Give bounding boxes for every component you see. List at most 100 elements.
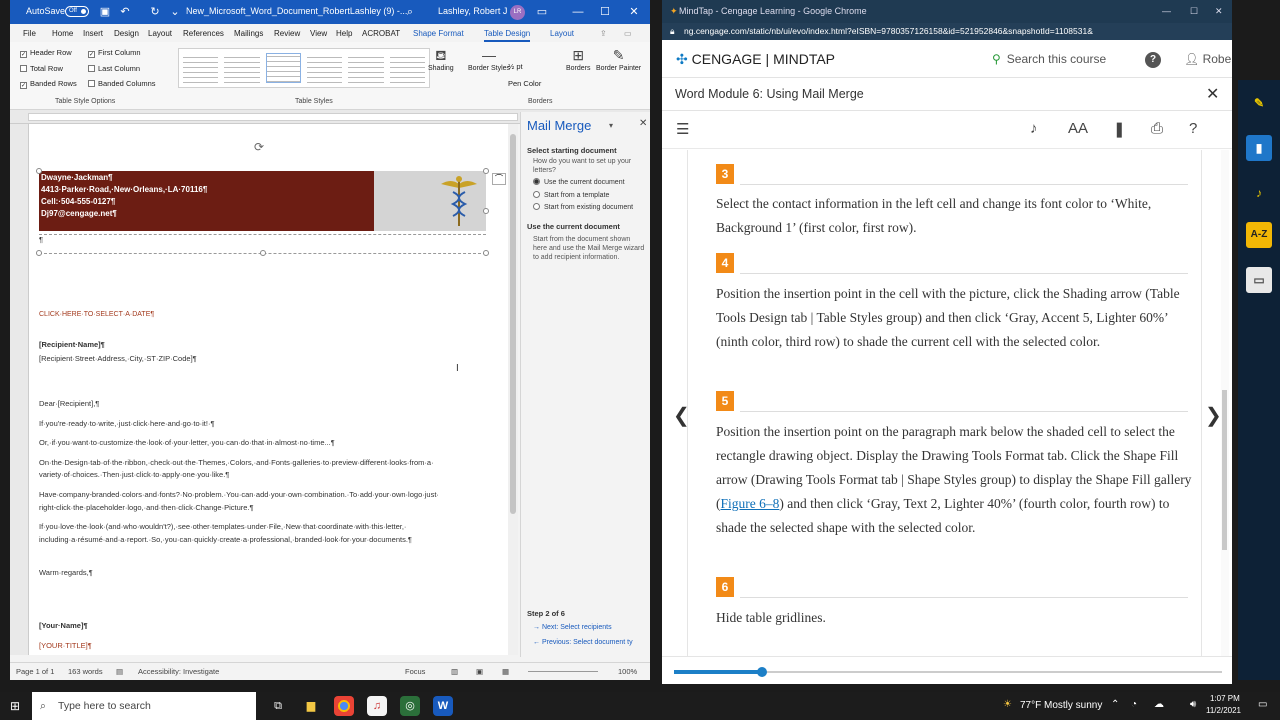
last-column-checkbox[interactable]: Last Column xyxy=(88,64,140,73)
recipient-address[interactable]: [Recipient·Street·Address,·City,·ST·ZIP·… xyxy=(39,354,197,363)
clock-date[interactable]: 11/2/2021 xyxy=(1206,706,1241,715)
document-scrollbar[interactable] xyxy=(508,124,518,655)
bookmark-icon[interactable]: ❚ xyxy=(1113,120,1126,138)
content-scrollbar[interactable] xyxy=(1221,150,1229,656)
notebook-icon[interactable]: ▮ xyxy=(1246,135,1272,161)
read-speaker-icon[interactable]: ♪ xyxy=(1246,180,1272,206)
previous-page-arrow-icon[interactable]: ❮ xyxy=(673,403,690,428)
paragraph-mark[interactable]: ¶ xyxy=(39,235,43,244)
radio-existing[interactable]: Start from existing document xyxy=(533,203,633,211)
banded-rows-checkbox[interactable]: ✓ Banded Rows xyxy=(20,79,77,89)
zoom-slider[interactable] xyxy=(528,671,598,672)
tab-insert[interactable]: Insert xyxy=(83,29,103,38)
redo-icon[interactable]: ↻ xyxy=(148,5,162,19)
wifi-icon[interactable]: ◔ xyxy=(1131,699,1137,710)
maximize-icon[interactable]: ☐ xyxy=(598,5,612,19)
weather-text[interactable]: 77°F Mostly sunny xyxy=(1020,700,1102,711)
close-icon[interactable]: ✕ xyxy=(1206,84,1219,104)
selection-handle[interactable] xyxy=(36,168,42,174)
body-paragraph[interactable]: Have·company-branded·colors·and·fonts?·N… xyxy=(39,490,439,499)
read-aloud-icon[interactable]: ♪ xyxy=(1030,120,1038,137)
tab-design[interactable]: Design xyxy=(114,29,139,38)
figure-link[interactable]: Figure 6–8 xyxy=(721,496,780,511)
radio-use-current[interactable]: Use the current document xyxy=(533,178,625,186)
url-text[interactable]: ng.cengage.com/static/nb/ui/evo/index.ht… xyxy=(684,26,1093,36)
header-row-checkbox[interactable]: ✓ Header Row xyxy=(20,48,72,58)
border-painter-button[interactable]: ✎ Border Painter xyxy=(596,46,641,73)
tab-review[interactable]: Review xyxy=(274,29,300,38)
body-paragraph[interactable]: On·the·Design·tab·of·the·ribbon,·check·o… xyxy=(39,458,434,467)
table-of-contents-icon[interactable]: ☰ xyxy=(676,120,689,138)
focus-button[interactable]: Focus xyxy=(405,667,425,676)
snagit-icon[interactable]: ◎ xyxy=(400,696,420,716)
progress-handle[interactable] xyxy=(756,667,767,677)
file-explorer-icon[interactable]: ▆ xyxy=(301,696,321,716)
first-column-checkbox[interactable]: ✓ First Column xyxy=(88,48,141,58)
web-layout-icon[interactable]: ▦ xyxy=(502,667,509,676)
windows-logo-icon[interactable]: ⊞ xyxy=(10,699,20,713)
salutation[interactable]: Dear·[Recipient],¶ xyxy=(39,399,99,408)
scrollbar-thumb[interactable] xyxy=(1222,390,1227,550)
tab-table-layout[interactable]: Layout xyxy=(550,29,574,38)
tab-help[interactable]: Help xyxy=(336,29,352,38)
tab-home[interactable]: Home xyxy=(52,29,73,38)
table-style-swatch[interactable] xyxy=(348,53,384,83)
scrollbar-thumb[interactable] xyxy=(510,134,516,514)
save-icon[interactable]: ▣ xyxy=(98,5,112,19)
layout-options-icon[interactable]: ⌒ xyxy=(492,173,506,185)
document-page[interactable]: ⟳ Dwayne·Jackman¶ 4413·Parker·Road,·New·… xyxy=(28,124,518,655)
sender-name[interactable]: [Your·Name]¶ xyxy=(39,621,88,630)
shading-button[interactable]: ⛾ Shading xyxy=(428,46,454,73)
autosave-toggle[interactable]: Off xyxy=(65,6,89,17)
undo-icon[interactable]: ↶ xyxy=(118,5,132,19)
previous-step-link[interactable]: ← Previous: Select document ty xyxy=(533,639,633,646)
reading-progress[interactable] xyxy=(662,656,1232,684)
ribbon-display-icon[interactable]: ▭ xyxy=(535,5,549,19)
cengage-logo[interactable]: ✣ CENGAGE | MINDTAP xyxy=(676,51,835,68)
highlighter-icon[interactable]: ✎ xyxy=(1246,90,1272,116)
weather-icon[interactable]: ☀ xyxy=(1003,699,1012,710)
course-search[interactable]: ⚲ Search this course xyxy=(992,52,1106,66)
tab-acrobat[interactable]: ACROBAT xyxy=(362,29,400,38)
customize-toolbar-icon[interactable]: ⌄ xyxy=(168,5,182,19)
radio-template[interactable]: Start from a template xyxy=(533,191,609,199)
help-icon[interactable]: ? xyxy=(1145,52,1161,68)
closing[interactable]: Warm·regards,¶ xyxy=(39,568,93,577)
itunes-icon[interactable]: ♫ xyxy=(367,696,387,716)
help-icon[interactable]: ? xyxy=(1189,120,1197,137)
border-styles-button[interactable]: — Border Styles xyxy=(468,46,510,73)
font-size-icon[interactable]: AA xyxy=(1068,120,1088,137)
table-style-swatch[interactable] xyxy=(307,53,343,83)
task-view-icon[interactable]: ⧉ xyxy=(268,696,288,716)
selection-handle[interactable] xyxy=(483,250,489,256)
close-icon[interactable]: ✕ xyxy=(627,5,641,19)
minimize-icon[interactable]: — xyxy=(1162,6,1171,16)
page-count[interactable]: Page 1 of 1 xyxy=(16,667,54,676)
flashcards-icon[interactable]: ▭ xyxy=(1246,267,1272,293)
user-menu[interactable]: 👤︎ Robert ⌄ xyxy=(1184,52,1232,66)
clock-time[interactable]: 1:07 PM xyxy=(1210,694,1240,703)
volume-icon[interactable]: 🔊︎ xyxy=(1190,699,1196,710)
body-paragraph[interactable]: If·you·love·the·look·(and·who·wouldn't?)… xyxy=(39,522,406,531)
pen-weight-dropdown[interactable]: ½ pt xyxy=(508,62,523,71)
proofing-icon[interactable]: ▤ xyxy=(116,667,123,676)
onedrive-icon[interactable]: ☁ xyxy=(1154,699,1164,710)
comments-icon[interactable]: ▭ xyxy=(624,29,632,38)
taskbar-search[interactable]: ⌕ Type here to search xyxy=(32,692,256,720)
body-paragraph[interactable]: If·you're·ready·to·write,·just·click·her… xyxy=(39,419,215,428)
search-icon[interactable]: ⌕ xyxy=(403,5,417,19)
maximize-icon[interactable]: ☐ xyxy=(1190,6,1198,17)
word-icon[interactable]: W xyxy=(433,696,453,716)
tray-chevron-icon[interactable]: ⌃ xyxy=(1111,699,1119,710)
date-field[interactable]: CLICK·HERE·TO·SELECT·A·DATE¶ xyxy=(39,311,154,318)
address-bar[interactable]: 🔒︎ ng.cengage.com/static/nb/ui/evo/index… xyxy=(662,23,1232,40)
body-paragraph[interactable]: Or,·if·you·want·to·customize·the·look·of… xyxy=(39,438,335,447)
user-avatar[interactable]: LR xyxy=(510,5,525,20)
table-style-swatch[interactable] xyxy=(224,53,260,83)
rotate-handle-icon[interactable]: ⟳ xyxy=(254,140,264,154)
chrome-icon[interactable] xyxy=(334,696,354,716)
total-row-checkbox[interactable]: Total Row xyxy=(20,64,63,73)
banded-columns-checkbox[interactable]: Banded Columns xyxy=(88,79,156,88)
table-styles-gallery[interactable] xyxy=(178,48,430,88)
table-style-swatch[interactable] xyxy=(389,53,425,83)
